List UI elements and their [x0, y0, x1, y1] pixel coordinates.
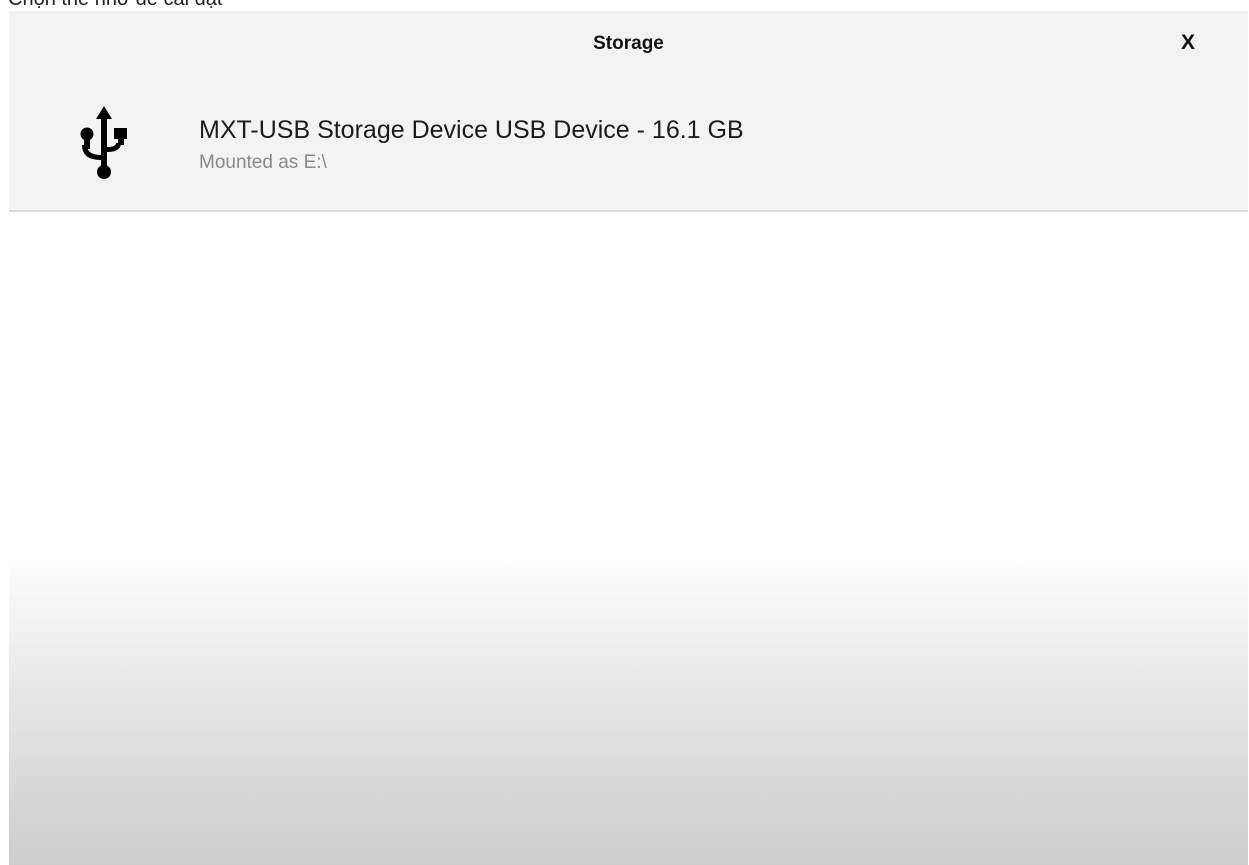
storage-dialog: Storage X MXT-USB Storage Device USB Dev…	[9, 11, 1248, 865]
device-list-empty-area	[9, 212, 1248, 865]
storage-device-item[interactable]: MXT-USB Storage Device USB Device - 16.1…	[9, 81, 1248, 212]
page-caption: Chọn thẻ nhớ để cài đặt	[8, 0, 222, 11]
usb-icon	[79, 105, 129, 185]
dialog-title: Storage	[593, 33, 664, 54]
device-mount-status: Mounted as E:\	[199, 152, 327, 173]
close-button[interactable]: X	[1176, 31, 1200, 57]
device-name: MXT-USB Storage Device USB Device - 16.1…	[199, 116, 744, 144]
dialog-header: Storage X	[9, 11, 1248, 81]
